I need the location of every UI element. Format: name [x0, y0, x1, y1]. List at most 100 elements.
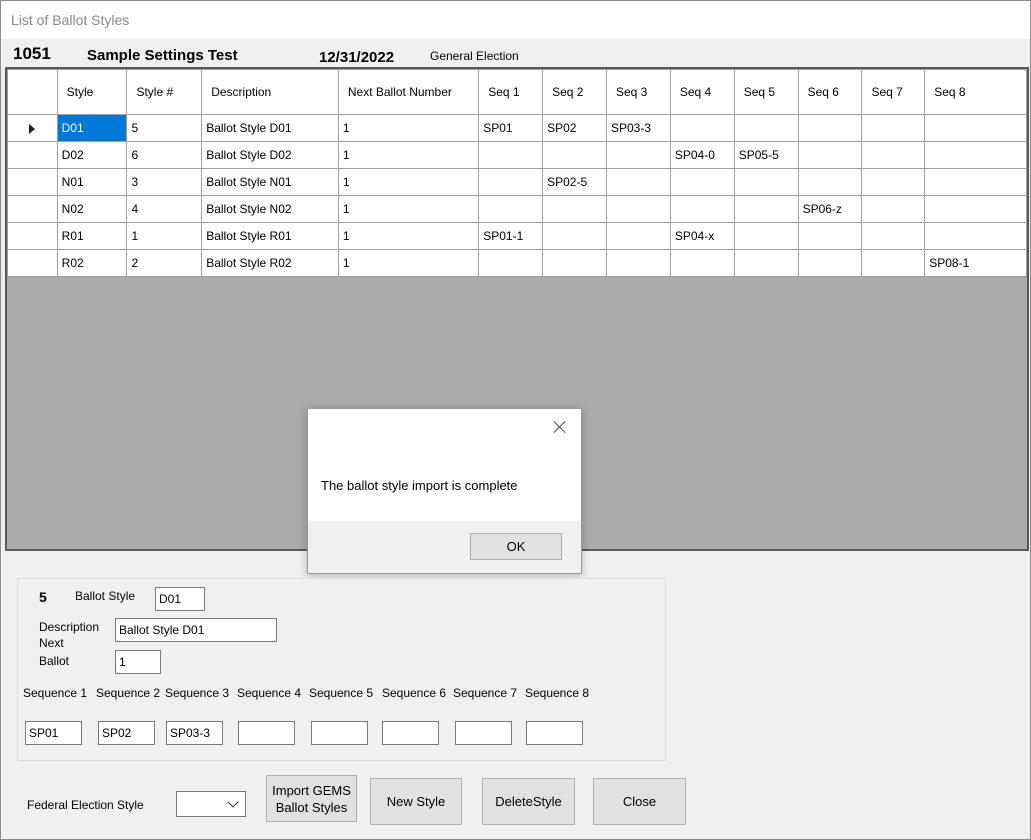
table-cell[interactable]: 3	[126, 168, 203, 196]
table-cell[interactable]	[542, 222, 607, 250]
table-cell[interactable]: 5	[126, 114, 203, 142]
table-cell[interactable]: Ballot Style D01	[201, 114, 339, 142]
table-cell[interactable]	[605, 195, 671, 223]
sequence-5-input[interactable]	[311, 721, 368, 745]
table-cell[interactable]	[797, 114, 863, 142]
table-cell[interactable]	[605, 168, 671, 196]
column-header[interactable]: Seq 4	[669, 69, 735, 115]
sequence-2-input[interactable]	[98, 721, 155, 745]
table-cell[interactable]	[542, 249, 607, 277]
table-cell[interactable]: SP06-z	[797, 195, 863, 223]
sequence-7-input[interactable]	[455, 721, 512, 745]
column-header[interactable]: Seq 7	[861, 69, 926, 115]
table-row[interactable]: D01 5 Ballot Style D01 1 SP01 SP02 SP03-…	[7, 114, 1027, 142]
table-cell[interactable]: Ballot Style N01	[201, 168, 339, 196]
column-header[interactable]: Description	[201, 69, 339, 115]
table-cell[interactable]: SP02-5	[542, 168, 607, 196]
table-cell[interactable]	[924, 195, 1027, 223]
sequence-8-input[interactable]	[526, 721, 583, 745]
table-cell[interactable]	[733, 195, 799, 223]
column-header[interactable]: Seq 1	[478, 69, 544, 115]
table-cell[interactable]: SP03-3	[605, 114, 671, 142]
table-cell[interactable]: 1	[337, 141, 480, 169]
table-cell[interactable]: SP02	[542, 114, 607, 142]
table-cell[interactable]: D01	[56, 114, 128, 142]
table-cell[interactable]: 1	[126, 222, 203, 250]
table-cell[interactable]: Ballot Style R02	[201, 249, 339, 277]
table-cell[interactable]	[924, 222, 1027, 250]
table-row[interactable]: N01 3 Ballot Style N01 1 SP02-5	[7, 168, 1027, 196]
table-cell[interactable]	[478, 195, 544, 223]
column-header[interactable]: Next Ballot Number	[337, 69, 480, 115]
row-header[interactable]	[7, 249, 58, 277]
sequence-4-input[interactable]	[238, 721, 295, 745]
table-cell[interactable]	[733, 168, 799, 196]
table-cell[interactable]	[478, 249, 544, 277]
table-cell[interactable]	[924, 141, 1027, 169]
table-cell[interactable]: Ballot Style R01	[201, 222, 339, 250]
description-input[interactable]	[115, 618, 277, 642]
table-cell[interactable]: SP08-1	[924, 249, 1027, 277]
new-style-button[interactable]: New Style	[370, 778, 462, 825]
table-cell[interactable]	[605, 249, 671, 277]
table-cell[interactable]	[861, 249, 926, 277]
table-cell[interactable]	[797, 168, 863, 196]
table-cell[interactable]: Ballot Style D02	[201, 141, 339, 169]
ballot-style-input[interactable]	[155, 587, 205, 611]
row-header[interactable]	[7, 168, 58, 196]
table-cell[interactable]: 1	[337, 195, 480, 223]
row-header[interactable]	[7, 195, 58, 223]
row-header[interactable]	[7, 222, 58, 250]
table-cell[interactable]	[669, 249, 735, 277]
column-header[interactable]: Seq 5	[733, 69, 799, 115]
table-cell[interactable]: SP05-5	[733, 141, 799, 169]
table-cell[interactable]	[861, 168, 926, 196]
table-row[interactable]: R01 1 Ballot Style R01 1 SP01-1 SP04-x	[7, 222, 1027, 250]
column-header[interactable]: Style	[56, 69, 128, 115]
table-cell[interactable]	[542, 195, 607, 223]
table-cell[interactable]: SP01	[478, 114, 544, 142]
table-cell[interactable]	[669, 114, 735, 142]
table-cell[interactable]: SP04-0	[669, 141, 735, 169]
table-cell[interactable]: SP04-x	[669, 222, 735, 250]
sequence-6-input[interactable]	[382, 721, 439, 745]
table-row[interactable]: D02 6 Ballot Style D02 1 SP04-0 SP05-5	[7, 141, 1027, 169]
table-cell[interactable]: Ballot Style N02	[201, 195, 339, 223]
column-header[interactable]: Seq 2	[542, 69, 607, 115]
table-cell[interactable]	[797, 141, 863, 169]
table-cell[interactable]: N01	[56, 168, 128, 196]
table-cell[interactable]	[478, 168, 544, 196]
import-gems-button[interactable]: Import GEMS Ballot Styles	[266, 775, 357, 822]
table-cell[interactable]	[797, 222, 863, 250]
table-cell[interactable]	[861, 222, 926, 250]
delete-style-button[interactable]: DeleteStyle	[482, 778, 575, 825]
table-cell[interactable]	[669, 168, 735, 196]
column-header[interactable]: Seq 6	[797, 69, 863, 115]
next-ballot-input[interactable]	[115, 650, 161, 674]
table-cell[interactable]	[605, 141, 671, 169]
table-cell[interactable]: 1	[337, 114, 480, 142]
table-cell[interactable]	[924, 114, 1027, 142]
table-cell[interactable]	[861, 195, 926, 223]
table-row[interactable]: R02 2 Ballot Style R02 1 SP08-1	[7, 249, 1027, 277]
table-cell[interactable]: SP01-1	[478, 222, 544, 250]
table-cell[interactable]: 6	[126, 141, 203, 169]
close-button[interactable]: Close	[593, 778, 686, 825]
close-icon[interactable]	[551, 418, 569, 436]
sequence-3-input[interactable]	[166, 721, 223, 745]
table-cell[interactable]: 1	[337, 249, 480, 277]
table-cell[interactable]: 1	[337, 168, 480, 196]
table-cell[interactable]	[478, 141, 544, 169]
table-cell[interactable]: 4	[126, 195, 203, 223]
table-cell[interactable]	[605, 222, 671, 250]
table-cell[interactable]: 2	[126, 249, 203, 277]
row-header[interactable]	[7, 141, 58, 169]
ok-button[interactable]: OK	[470, 533, 562, 560]
current-row-indicator[interactable]	[7, 114, 58, 142]
table-cell[interactable]: R02	[56, 249, 128, 277]
table-cell[interactable]	[733, 249, 799, 277]
table-cell[interactable]	[924, 168, 1027, 196]
table-row[interactable]: N02 4 Ballot Style N02 1 SP06-z	[7, 195, 1027, 223]
table-cell[interactable]	[542, 141, 607, 169]
column-header[interactable]: Seq 8	[924, 69, 1027, 115]
